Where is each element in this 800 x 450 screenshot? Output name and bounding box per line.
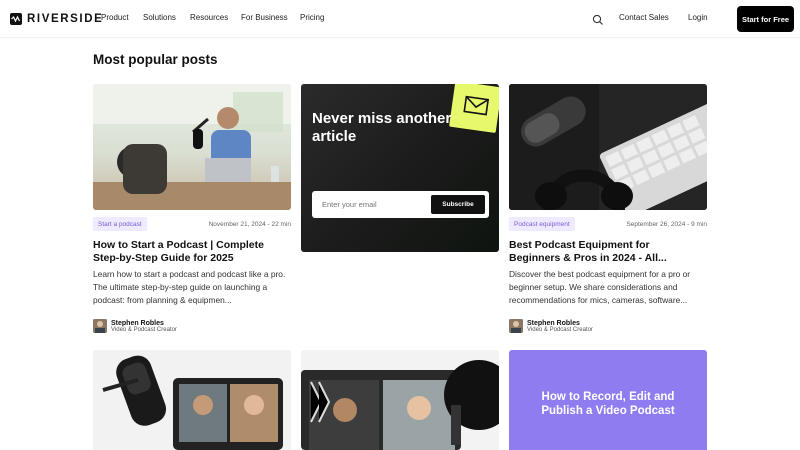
author-name: Stephen Robles (111, 319, 164, 327)
post-title[interactable]: Best Podcast Equipment for Beginners & P… (509, 239, 699, 265)
post-thumbnail-remote-recording[interactable] (301, 350, 499, 450)
nav-link-resources[interactable]: Resources (190, 13, 228, 22)
post-excerpt: Discover the best podcast equipment for … (509, 269, 691, 305)
post-thumbnail-podcast-equipment[interactable] (509, 84, 707, 210)
avatar (509, 319, 523, 333)
post-author[interactable]: Stephen Robles Video & Podcast Creator (509, 319, 593, 333)
post-date: November 21, 2024 - 22 min (208, 221, 291, 228)
post-tag[interactable]: Start a podcast (93, 217, 147, 231)
author-name: Stephen Robles (527, 319, 580, 327)
nav-link-product[interactable]: Product (101, 13, 129, 22)
logo-mark-icon (10, 13, 22, 25)
logo-text: RIVERSIDE (27, 13, 104, 25)
start-for-free-button[interactable]: Start for Free (737, 6, 794, 32)
promo-card-video-podcast[interactable]: How to Record, Edit and Publish a Video … (509, 350, 707, 450)
nav-link-solutions[interactable]: Solutions (143, 13, 176, 22)
newsletter-title: Never miss another article (312, 110, 452, 145)
post-date: September 26, 2024 - 9 min (626, 221, 707, 228)
newsletter-form: Subscribe (312, 191, 489, 218)
post-thumbnail-podcast-studio[interactable] (93, 84, 291, 210)
post-excerpt: Learn how to start a podcast and podcast… (93, 269, 286, 305)
search-icon[interactable] (592, 13, 604, 25)
post-tag[interactable]: Podcast equipment (509, 217, 575, 231)
mail-sticker (449, 84, 499, 134)
email-input[interactable] (322, 198, 422, 211)
newsletter-card: Never miss another article Subscribe (301, 84, 499, 252)
login-link[interactable]: Login (688, 13, 708, 22)
nav-link-pricing[interactable]: Pricing (300, 13, 324, 22)
post-thumbnail-video-call[interactable] (93, 350, 291, 450)
nav-link-for-business[interactable]: For Business (241, 13, 288, 22)
promo-title: How to Record, Edit and Publish a Video … (541, 391, 675, 417)
subscribe-button[interactable]: Subscribe (431, 195, 485, 214)
avatar (93, 319, 107, 333)
post-author[interactable]: Stephen Robles Video & Podcast Creator (93, 319, 177, 333)
contact-sales-link[interactable]: Contact Sales (619, 13, 669, 22)
author-role: Video & Podcast Creator (111, 326, 177, 333)
riverside-logo[interactable]: RIVERSIDE (10, 12, 103, 26)
section-heading: Most popular posts (93, 52, 218, 67)
envelope-icon (466, 98, 467, 99)
top-nav: RIVERSIDE Product Solutions Resources Fo… (0, 0, 800, 38)
author-role: Video & Podcast Creator (527, 326, 593, 333)
post-title[interactable]: How to Start a Podcast | Complete Step-b… (93, 239, 283, 265)
